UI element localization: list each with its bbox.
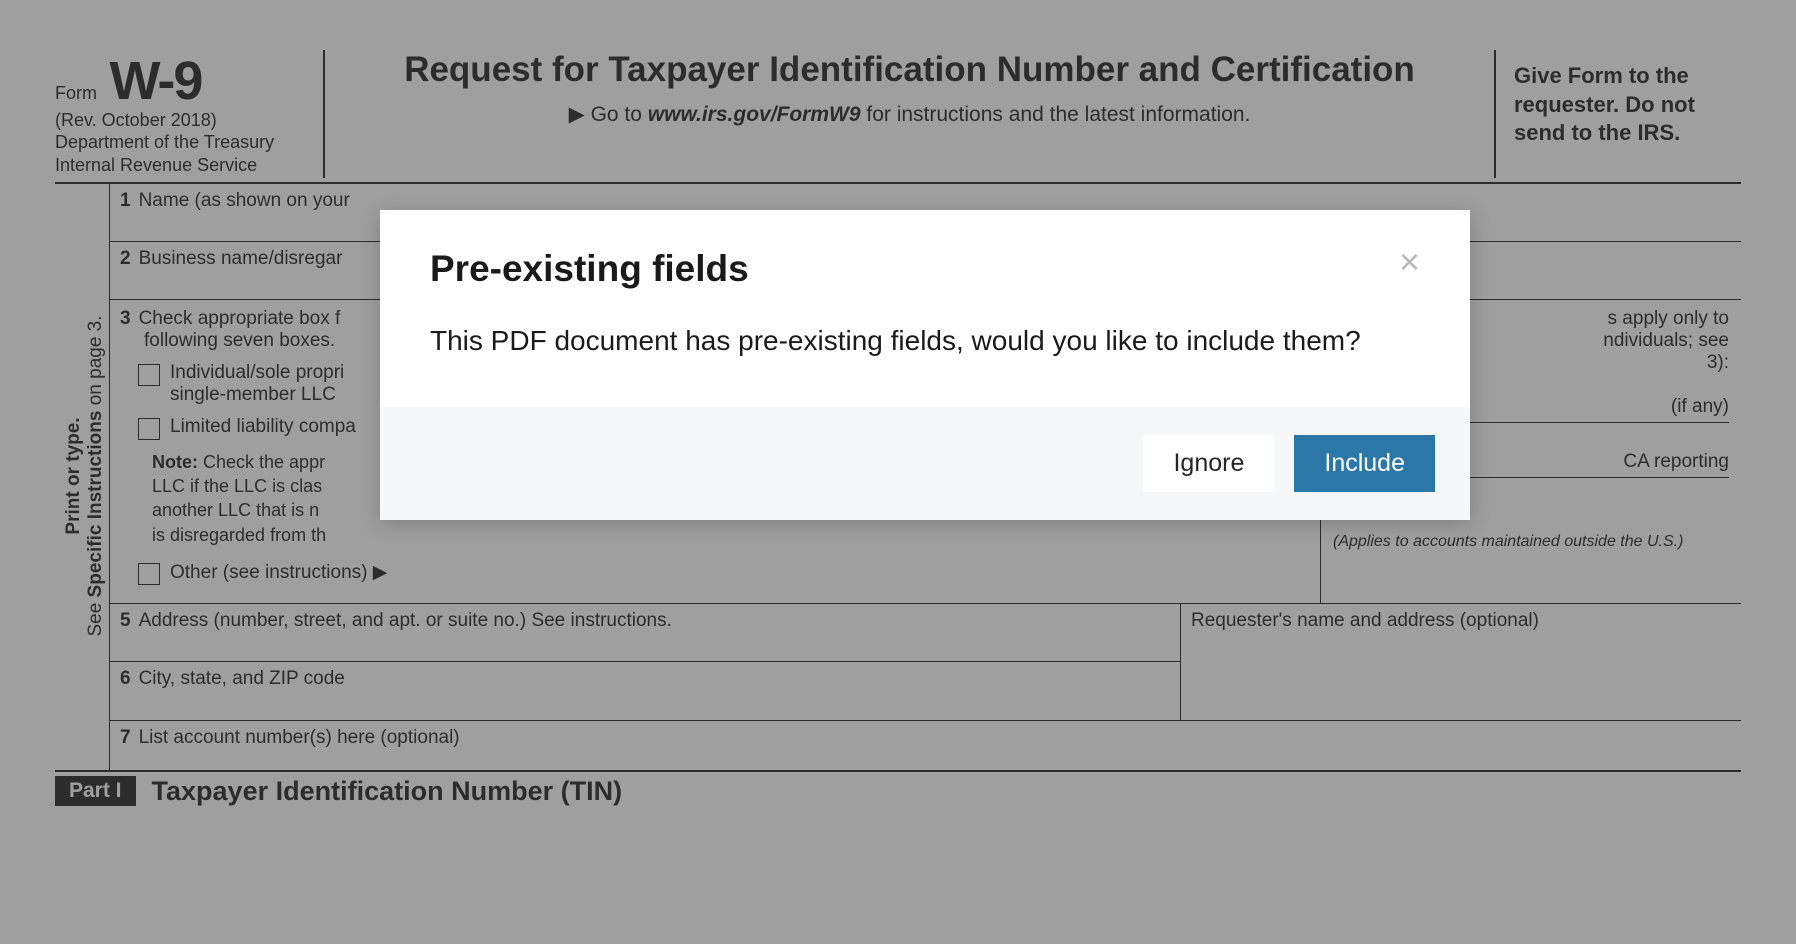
close-icon[interactable]: × <box>1399 248 1420 277</box>
preexisting-fields-modal: Pre-existing fields × This PDF document … <box>380 210 1470 520</box>
include-button[interactable]: Include <box>1294 435 1435 492</box>
modal-body: This PDF document has pre-existing field… <box>380 290 1470 407</box>
modal-footer: Ignore Include <box>380 407 1470 520</box>
modal-header: Pre-existing fields × <box>380 210 1470 290</box>
ignore-button[interactable]: Ignore <box>1143 435 1274 492</box>
modal-title: Pre-existing fields <box>430 248 749 290</box>
